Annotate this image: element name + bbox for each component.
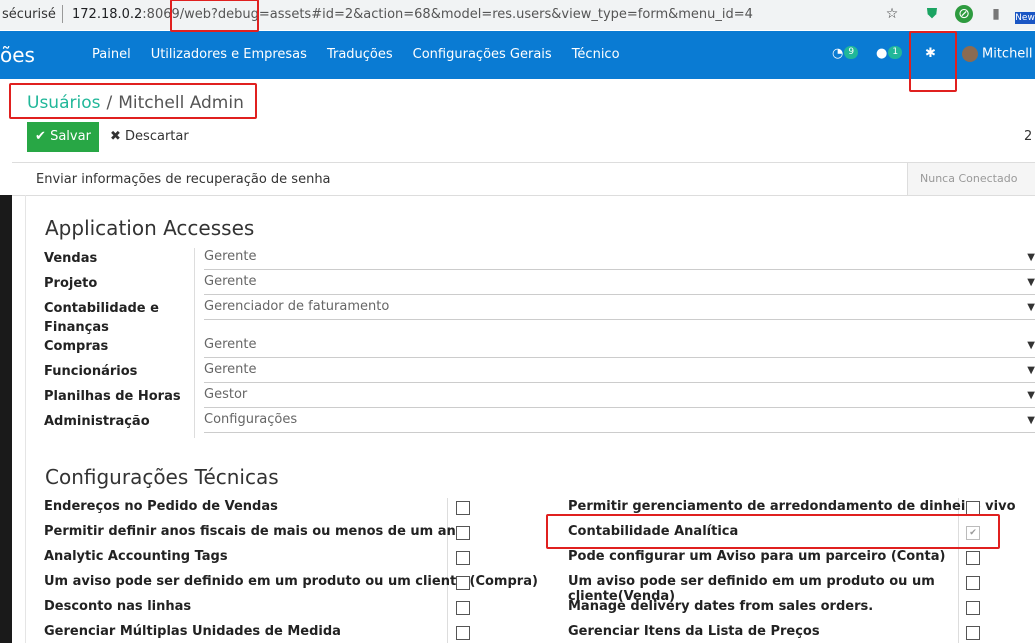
tech-checkbox-warning-sale[interactable] <box>966 576 980 590</box>
tech-checkbox-cash-rounding[interactable] <box>966 501 980 515</box>
status-never-connected: Nunca Conectado <box>907 163 1035 195</box>
tech-checkbox-multiple-uom[interactable] <box>456 626 470 640</box>
sheet-border <box>25 195 26 643</box>
access-select-project[interactable]: Gerente ▼ <box>204 274 1035 295</box>
tech-checkbox-pricelist-items[interactable] <box>966 626 980 640</box>
chat-icon: ● <box>876 46 888 61</box>
leaf-extension-icon[interactable]: ⊘ <box>955 5 973 23</box>
menu-item-technical[interactable]: Técnico <box>572 47 620 62</box>
tech-label-delivery-dates: Manage delivery dates from sales orders. <box>568 599 874 614</box>
divider <box>447 498 448 643</box>
chevron-down-icon: ▼ <box>1027 365 1035 376</box>
divider <box>194 248 195 438</box>
activity-button[interactable]: ◔ 9 <box>832 46 859 61</box>
section-title-application-accesses: Application Accesses <box>45 216 255 240</box>
tech-label-cash-rounding: Permitir gerenciamento de arredondamento… <box>568 499 1016 514</box>
highlight-analytic-accounting <box>546 514 1000 549</box>
access-label-purchases: Compras <box>44 339 109 354</box>
tech-label-line-discount: Desconto nas linhas <box>44 599 192 614</box>
chevron-down-icon: ▼ <box>1027 252 1035 263</box>
shield-extension-icon[interactable]: ⛊ <box>923 5 941 23</box>
access-label-timesheets: Planilhas de Horas <box>44 389 181 404</box>
highlight-debug-icon <box>909 31 957 92</box>
access-label-accounting: Contabilidade e Finanças <box>44 301 159 335</box>
pager[interactable]: 2 <box>1024 129 1032 144</box>
tech-label-multiple-uom: Gerenciar Múltiplas Unidades de Medida <box>44 624 341 639</box>
send-password-reset-button[interactable]: Enviar informações de recuperação de sen… <box>36 172 331 187</box>
tech-checkbox-warning-purchase[interactable] <box>456 576 470 590</box>
highlight-breadcrumb <box>9 83 257 119</box>
tech-checkbox-delivery-addresses[interactable] <box>456 501 470 515</box>
access-select-administration[interactable]: Configurações ▼ <box>204 412 1035 433</box>
divider <box>62 5 63 23</box>
tech-checkbox-delivery-dates[interactable] <box>966 601 980 615</box>
access-label-administration: Administração <box>44 414 150 429</box>
user-name: Mitchell A <box>982 46 1035 62</box>
browser-address-bar[interactable]: sécurisé 172.18.0.2:8069/web?debug=asset… <box>0 0 1035 30</box>
access-label-project: Projeto <box>44 276 98 291</box>
close-icon: ✖ <box>110 129 121 144</box>
access-label-employees: Funcionários <box>44 364 138 379</box>
menu-item-users-companies[interactable]: Utilizadores e Empresas <box>151 47 307 62</box>
save-button[interactable]: ✔ Salvar <box>27 122 99 152</box>
access-select-timesheets[interactable]: Gestor ▼ <box>204 387 1035 408</box>
highlight-debug-url <box>170 0 259 32</box>
menu-item-painel[interactable]: Painel <box>92 47 131 62</box>
form-statusbar: Enviar informações de recuperação de sen… <box>12 162 1035 196</box>
document-extension-icon[interactable]: ▮ <box>987 5 1005 23</box>
tech-checkbox-line-discount[interactable] <box>456 601 470 615</box>
tech-checkbox-fiscal-years[interactable] <box>456 526 470 540</box>
chevron-down-icon: ▼ <box>1027 415 1035 426</box>
bookmark-star-icon[interactable]: ☆ <box>883 5 901 23</box>
tech-label-delivery-addresses: Endereços no Pedido de Vendas <box>44 499 278 514</box>
discard-button[interactable]: ✖ Descartar <box>110 122 189 152</box>
tech-label-analytic-tags: Analytic Accounting Tags <box>44 549 228 564</box>
messages-count: 1 <box>888 46 903 59</box>
clock-icon: ◔ <box>832 46 844 61</box>
user-menu[interactable]: Mitchell A <box>962 46 1035 62</box>
main-menu: Painel Utilizadores e Empresas Traduções… <box>92 47 640 62</box>
chevron-down-icon: ▼ <box>1027 277 1035 288</box>
tech-label-fiscal-years: Permitir definir anos fiscais de mais ou… <box>44 524 465 539</box>
menu-item-translations[interactable]: Traduções <box>327 47 393 62</box>
top-navbar: ões Painel Utilizadores e Empresas Tradu… <box>0 31 1035 79</box>
chevron-down-icon: ▼ <box>1027 390 1035 401</box>
access-select-purchases[interactable]: Gerente ▼ <box>204 337 1035 358</box>
access-select-accounting[interactable]: Gerenciador de faturamento ▼ <box>204 299 1035 320</box>
tech-label-pricelist-items: Gerenciar Itens da Lista de Preços <box>568 624 820 639</box>
left-dark-edge <box>0 195 12 643</box>
messages-button[interactable]: ● 1 <box>876 46 903 61</box>
check-icon: ✔ <box>35 129 46 144</box>
activity-count: 9 <box>844 46 859 59</box>
app-title[interactable]: ões <box>0 43 35 67</box>
access-label-sales: Vendas <box>44 251 98 266</box>
tech-checkbox-partner-warning[interactable] <box>966 551 980 565</box>
avatar <box>962 46 978 62</box>
security-label: sécurisé <box>2 7 56 22</box>
tech-checkbox-analytic-tags[interactable] <box>456 551 470 565</box>
chevron-down-icon: ▼ <box>1027 340 1035 351</box>
chevron-down-icon: ▼ <box>1027 302 1035 313</box>
access-select-sales[interactable]: Gerente ▼ <box>204 249 1035 270</box>
new-badge: New <box>1015 12 1035 24</box>
access-select-employees[interactable]: Gerente ▼ <box>204 362 1035 383</box>
section-title-technical-settings: Configurações Técnicas <box>45 465 279 489</box>
menu-item-general-settings[interactable]: Configurações Gerais <box>413 47 552 62</box>
tech-label-partner-warning: Pode configurar um Aviso para um parceir… <box>568 549 946 564</box>
